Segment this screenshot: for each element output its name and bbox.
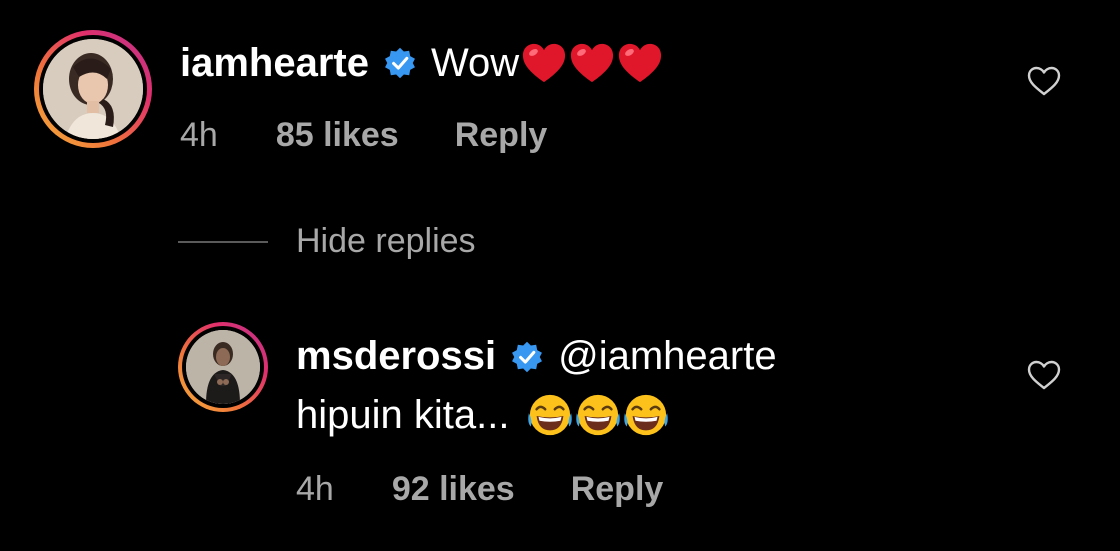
username[interactable]: msderossi [296,334,496,379]
heart-outline-icon[interactable] [1027,66,1061,96]
verified-badge-icon [385,47,415,79]
comment-thread: iamhearte Wow 4h 85 likes Reply Hide rep… [0,0,1120,551]
avatar-photo [186,330,260,404]
avatar-iamhearte[interactable] [34,30,152,148]
likes-count[interactable]: 92 likes [392,470,515,509]
tears-of-joy-emoji-icon [528,394,573,436]
comment-meta: 4h 85 likes Reply [180,116,547,155]
reply-text: hipuin kita... [296,392,510,437]
comment-header: iamhearte Wow [180,40,663,86]
reply-body: hipuin kita... [296,392,669,438]
verified-badge-icon [512,341,543,372]
red-heart-emoji-icon [523,43,566,83]
reply-button[interactable]: Reply [455,116,548,155]
mention-link[interactable]: @iamhearte [558,334,776,379]
heart-outline-icon[interactable] [1027,360,1061,390]
red-heart-emoji-icon [571,43,614,83]
tears-of-joy-emoji-icon [576,394,621,436]
hide-replies-label: Hide replies [296,222,476,260]
comment-time: 4h [180,116,218,154]
reply-time: 4h [296,470,334,508]
tears-of-joy-emoji-icon [624,394,669,436]
avatar-photo [43,39,143,139]
reply-meta: 4h 92 likes Reply [296,470,663,509]
divider [178,240,268,243]
avatar-msderossi[interactable] [178,322,268,412]
hide-replies-toggle[interactable]: Hide replies [178,222,476,261]
portrait-icon [186,330,260,404]
likes-count[interactable]: 85 likes [276,116,399,155]
username[interactable]: iamhearte [180,41,369,86]
red-heart-emoji-icon [619,43,662,83]
reply-header: msderossi @iamhearte [296,334,777,379]
reply-button[interactable]: Reply [571,470,664,509]
comment-text: Wow [430,40,520,85]
portrait-icon [43,39,143,139]
